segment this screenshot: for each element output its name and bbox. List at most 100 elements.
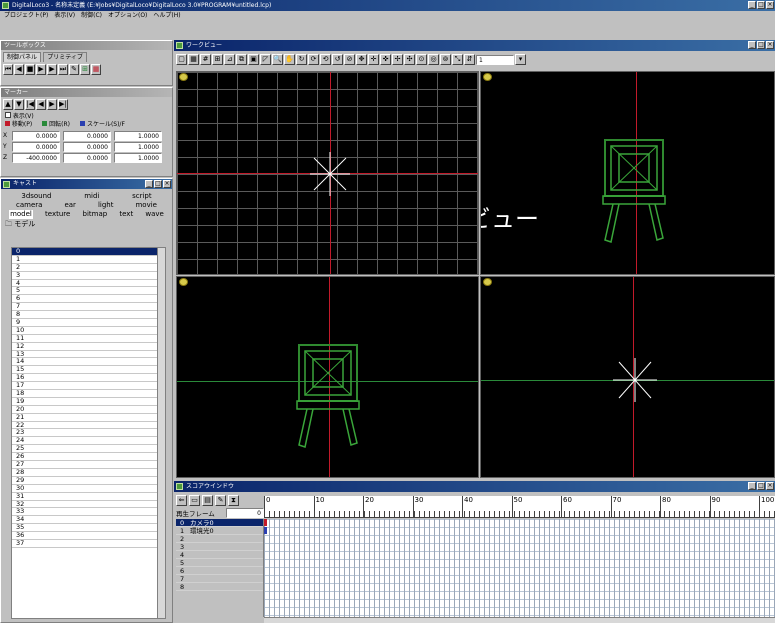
cast-list-item[interactable]: 26 (12, 452, 165, 462)
move-x-icon[interactable]: ✛ (368, 54, 379, 65)
move-z-icon[interactable]: ✢ (392, 54, 403, 65)
cast-list-item[interactable]: 17 (12, 381, 165, 391)
scale-z-field[interactable]: 1.0000 (114, 152, 162, 163)
viewport-corner-icon[interactable] (483, 73, 492, 81)
transform-icon[interactable]: ✣ (404, 54, 415, 65)
cast-list-item[interactable]: 29 (12, 476, 165, 485)
step-back-button[interactable]: ◀ (14, 64, 24, 75)
stop-button[interactable]: ■ (25, 64, 35, 75)
tab-bitmap[interactable]: bitmap (83, 210, 108, 219)
score-frame-field[interactable]: 0 (226, 508, 264, 518)
score-track-row[interactable]: 1 環境光0 (176, 527, 263, 535)
cast-list-item[interactable]: 37 (12, 539, 165, 548)
menu-options[interactable]: オプション(O) (108, 11, 147, 21)
cast-list-item[interactable]: 10 (12, 326, 165, 335)
rotate-z-field[interactable]: 0.0000 (63, 152, 111, 163)
workview-frame-field[interactable]: 1 (476, 54, 514, 65)
tab-control-panel[interactable]: 制御パネル (3, 52, 42, 62)
cast-list-item[interactable]: 5 (12, 287, 165, 296)
marker-first-button[interactable]: |◀ (25, 99, 35, 110)
cast-list-item[interactable]: 3 (12, 271, 165, 280)
rotate-z-icon[interactable]: ⊚ (440, 54, 451, 65)
cast-maximize-button[interactable]: □ (154, 180, 162, 188)
keyframe-icon[interactable]: ⧗ (228, 495, 239, 506)
tab-light[interactable]: light (98, 201, 114, 210)
scale-icon[interactable]: ⤡ (452, 54, 463, 65)
cast-list-item[interactable]: 11 (12, 334, 165, 343)
score-maximize-button[interactable]: □ (757, 482, 765, 490)
dolly-icon[interactable]: ⊘ (344, 54, 355, 65)
record-icon[interactable]: ✎ (69, 64, 79, 75)
rotate-view-icon[interactable]: ↻ (296, 54, 307, 65)
scale-y-field[interactable]: 1.0000 (114, 141, 162, 152)
marker-up-button[interactable]: ▲ (3, 99, 13, 110)
frame-step-icon[interactable]: ⇵ (464, 54, 475, 65)
tab-primitive[interactable]: プリミティブ (43, 52, 87, 62)
cast-list-item[interactable]: 28 (12, 468, 165, 477)
palette-icon[interactable]: ▦ (91, 64, 101, 75)
tab-midi[interactable]: midi (84, 192, 99, 201)
workview-maximize-button[interactable]: □ (757, 41, 765, 49)
cast-list-item[interactable]: 22 (12, 421, 165, 430)
viewport-corner-icon[interactable] (483, 278, 492, 286)
new-track-icon[interactable]: ⇐ (176, 495, 187, 506)
cast-list-item[interactable]: 33 (12, 507, 165, 517)
move-y-icon[interactable]: ✜ (380, 54, 391, 65)
view-quad-icon[interactable]: ⊞ (212, 54, 223, 65)
workview-minimize-button[interactable]: _ (748, 41, 756, 49)
cast-list-item[interactable]: 0 (12, 248, 165, 256)
rotate-x-field[interactable]: 0.0000 (63, 130, 111, 141)
tab-camera[interactable]: camera (16, 201, 42, 210)
score-track-row[interactable]: 6 (176, 567, 263, 575)
folder-track-icon[interactable]: ▤ (202, 495, 213, 506)
cast-list-item[interactable]: 36 (12, 531, 165, 540)
step-forward-button[interactable]: ▶ (36, 64, 46, 75)
cast-list-item[interactable]: 35 (12, 523, 165, 533)
viewport-front[interactable] (176, 276, 479, 478)
rotate-x-icon[interactable]: ⊙ (416, 54, 427, 65)
cast-list-item[interactable]: 25 (12, 444, 165, 454)
cast-minimize-button[interactable]: _ (145, 180, 153, 188)
tab-script[interactable]: script (132, 192, 152, 201)
cast-list-item[interactable]: 32 (12, 500, 165, 509)
copy-track-icon[interactable]: ▭ (189, 495, 200, 506)
score-track-row[interactable]: 7 (176, 575, 263, 583)
cast-list-item[interactable]: 27 (12, 460, 165, 469)
viewport-side[interactable] (480, 276, 775, 478)
score-close-button[interactable]: × (766, 482, 774, 490)
hand-icon[interactable]: ✋ (284, 54, 295, 65)
cast-list-item[interactable]: 6 (12, 294, 165, 304)
grid-toggle-icon[interactable]: ⊞ (80, 64, 90, 75)
tab-wave[interactable]: wave (145, 210, 163, 219)
viewport-perspective[interactable]: ワークビュー (480, 71, 775, 275)
scale-x-field[interactable]: 1.0000 (114, 130, 162, 141)
marker-down-button[interactable]: ▼ (14, 99, 24, 110)
view-grid-icon[interactable]: ▦ (188, 54, 199, 65)
zoom-icon[interactable]: 🔍 (272, 54, 283, 65)
play-button[interactable]: ▶ (47, 64, 57, 75)
workview-close-button[interactable]: × (766, 41, 774, 49)
cast-list-item[interactable]: 15 (12, 365, 165, 375)
cast-close-button[interactable]: × (163, 180, 171, 188)
rotate-y-icon[interactable]: ◎ (428, 54, 439, 65)
score-track-row[interactable]: 8 (176, 583, 263, 591)
score-track-row[interactable]: 3 (176, 543, 263, 551)
tab-texture[interactable]: texture (45, 210, 70, 219)
score-track-row[interactable]: 2 (176, 535, 263, 543)
edit-track-icon[interactable]: ✎ (215, 495, 226, 506)
minimize-button[interactable]: _ (748, 1, 756, 9)
cast-list-item[interactable]: 12 (12, 342, 165, 351)
menu-control[interactable]: 制御(C) (81, 11, 102, 21)
cast-list-item[interactable]: 20 (12, 405, 165, 414)
move-icon[interactable]: ✥ (356, 54, 367, 65)
cast-list-item[interactable]: 9 (12, 318, 165, 327)
score-minimize-button[interactable]: _ (748, 482, 756, 490)
score-track-row[interactable]: 4 (176, 551, 263, 559)
cast-list-item[interactable]: 30 (12, 484, 165, 493)
roll-icon[interactable]: ↺ (332, 54, 343, 65)
menu-help[interactable]: ヘルプ(H) (153, 11, 180, 21)
cast-list-item[interactable]: 21 (12, 413, 165, 422)
link-icon[interactable]: ⧉ (236, 54, 247, 65)
move-y-field[interactable]: 0.0000 (12, 141, 60, 152)
tab-model[interactable]: model (9, 210, 33, 219)
